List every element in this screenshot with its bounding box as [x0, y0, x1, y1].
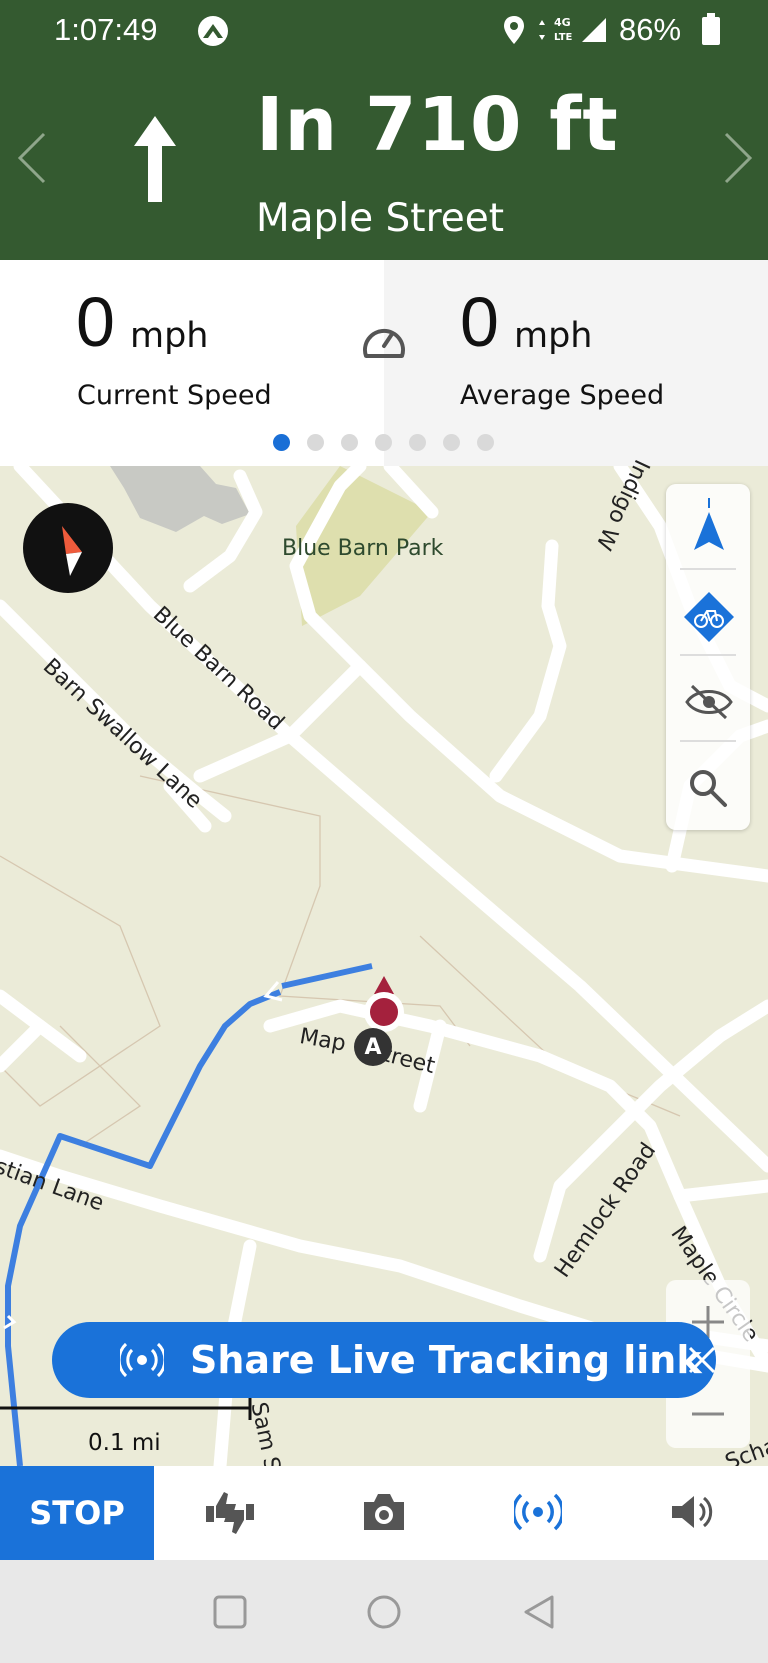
- page-dot-1[interactable]: [273, 434, 290, 451]
- average-speed-unit: mph: [514, 316, 593, 356]
- current-speed-value: 0: [76, 283, 115, 361]
- status-time: 1:07:49: [54, 12, 158, 47]
- app-notification-icon: [198, 16, 228, 46]
- location-icon: [504, 16, 524, 44]
- back-icon[interactable]: [522, 1594, 558, 1630]
- navigation-mode-icon[interactable]: [692, 498, 726, 554]
- volume-icon[interactable]: [670, 1492, 714, 1532]
- share-banner-text[interactable]: Share Live Tracking link: [190, 1338, 702, 1382]
- battery-icon: [702, 13, 720, 45]
- current-speed-label: Current Speed: [77, 380, 272, 411]
- page-dot-2[interactable]: [307, 434, 324, 451]
- svg-text:LTE: LTE: [554, 32, 573, 43]
- turn-street-name: Maple Street: [256, 196, 505, 241]
- building-footprint: [110, 466, 250, 532]
- camera-icon[interactable]: [360, 1492, 408, 1532]
- live-tracking-icon[interactable]: [514, 1492, 562, 1532]
- waypoint-a-marker[interactable]: A: [354, 1028, 392, 1066]
- recent-apps-icon[interactable]: [212, 1594, 248, 1630]
- zoom-out-icon[interactable]: [690, 1396, 726, 1432]
- map-label-park: Blue Barn Park: [282, 536, 444, 561]
- home-icon[interactable]: [366, 1594, 402, 1630]
- scale-label: 0.1 mi: [88, 1430, 161, 1456]
- thumbs-rating-icon[interactable]: [202, 1488, 258, 1538]
- svg-text:4G: 4G: [554, 16, 571, 29]
- scale-bar: [0, 1398, 252, 1420]
- bike-route-icon[interactable]: [682, 590, 736, 644]
- search-icon[interactable]: [688, 768, 728, 808]
- average-speed-value: 0: [460, 283, 499, 361]
- speed-panel-right: [384, 260, 768, 466]
- stop-button[interactable]: STOP: [0, 1466, 154, 1560]
- close-icon[interactable]: [686, 1344, 718, 1376]
- broadcast-icon: [120, 1342, 164, 1378]
- map-canvas: [0, 466, 768, 1466]
- map-view[interactable]: [0, 466, 768, 1466]
- battery-percent: 86%: [619, 12, 682, 47]
- previous-instruction-icon[interactable]: [14, 130, 48, 186]
- current-speed-unit: mph: [130, 316, 209, 356]
- compass-icon[interactable]: [22, 502, 114, 594]
- average-speed-label: Average Speed: [460, 380, 665, 411]
- turn-distance: In 710 ft: [256, 82, 619, 168]
- speedometer-icon: [363, 328, 405, 358]
- next-instruction-icon[interactable]: [722, 130, 756, 186]
- visibility-off-icon[interactable]: [684, 684, 734, 720]
- page-dot-3[interactable]: [341, 434, 358, 451]
- page-dot-4[interactable]: [375, 434, 392, 451]
- arrow-up-icon: [134, 116, 176, 202]
- page-dot-6[interactable]: [443, 434, 460, 451]
- network-4g-icon: 4G LTE: [539, 16, 573, 43]
- signal-icon: [582, 18, 606, 42]
- page-dot-5[interactable]: [409, 434, 426, 451]
- page-dot-7[interactable]: [477, 434, 494, 451]
